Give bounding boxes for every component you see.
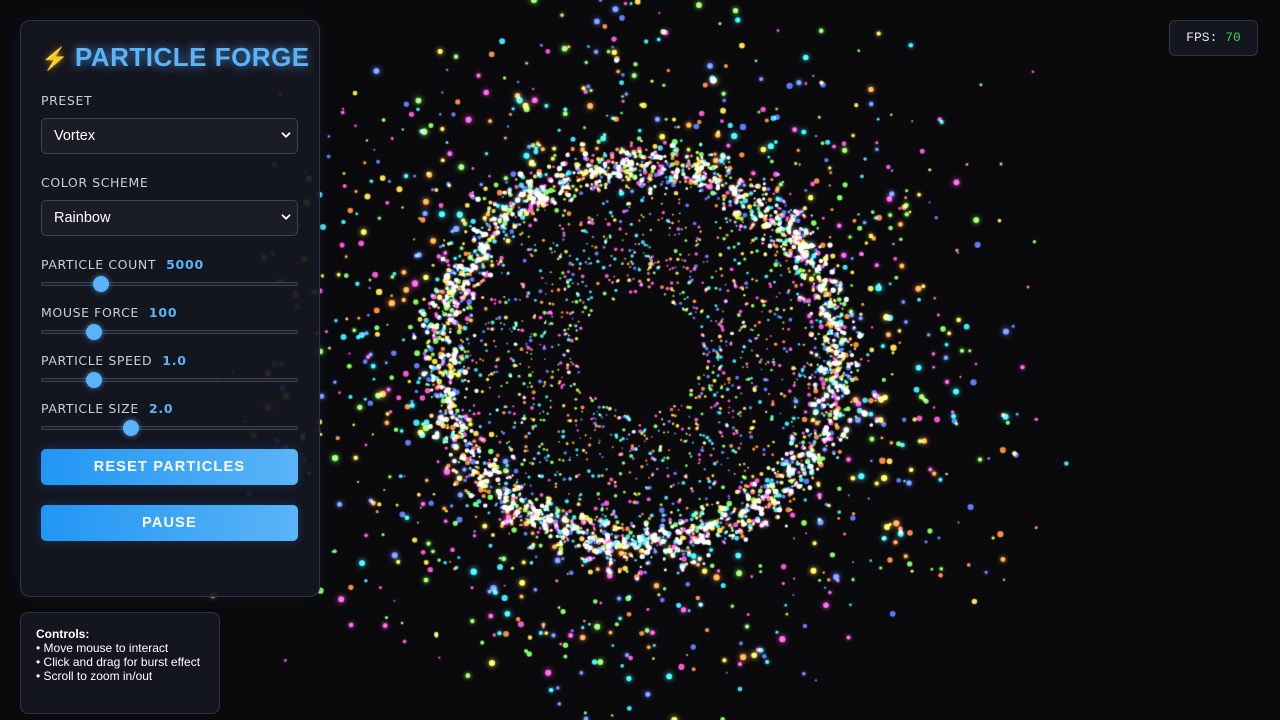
particle-speed-label: PARTICLE SPEED 1.0 — [41, 353, 299, 369]
particle-size-label: PARTICLE SIZE 2.0 — [41, 401, 299, 417]
particle-size-value: 2.0 — [148, 401, 174, 416]
particle-size-control: PARTICLE SIZE 2.0 — [41, 401, 299, 436]
controls-help-title: Controls: — [36, 627, 90, 641]
particle-count-slider-thumb[interactable] — [92, 276, 109, 292]
controls-help-line: • Click and drag for burst effect — [36, 655, 201, 669]
mouse-force-control: MOUSE FORCE 100 — [41, 305, 299, 340]
particle-size-slider-thumb[interactable] — [123, 420, 140, 436]
particle-speed-value: 1.0 — [162, 353, 187, 368]
controls-help-line: • Move mouse to interact — [36, 641, 169, 655]
mouse-force-slider-thumb[interactable] — [86, 324, 103, 340]
mouse-force-slider[interactable] — [41, 324, 298, 340]
preset-select-value[interactable]: Vortex — [41, 118, 298, 154]
app-title-text: PARTICLE FORGE — [74, 42, 310, 72]
particle-speed-label-text: PARTICLE SPEED — [41, 353, 153, 368]
pause-button[interactable]: PAUSE — [41, 505, 298, 541]
fps-label: FPS: — [1186, 30, 1218, 45]
particle-count-slider[interactable] — [41, 276, 298, 292]
controls-help-line: • Scroll to zoom in/out — [36, 669, 153, 683]
control-panel: ⚡ PARTICLE FORGE PRESET Vortex COLOR SCHE… — [20, 20, 320, 597]
particle-size-slider[interactable] — [41, 420, 298, 436]
color-scheme-select-value[interactable]: Rainbow — [41, 200, 298, 236]
particle-speed-slider[interactable] — [41, 372, 298, 388]
preset-select[interactable]: Vortex — [41, 118, 298, 154]
chevron-down-icon — [281, 214, 291, 220]
mouse-force-value: 100 — [148, 305, 178, 320]
particle-count-label: PARTICLE COUNT 5000 — [41, 257, 299, 273]
particle-speed-control: PARTICLE SPEED 1.0 — [41, 353, 299, 388]
chevron-down-icon — [281, 132, 291, 138]
fps-value: 70 — [1225, 30, 1241, 45]
color-scheme-label: COLOR SCHEME — [41, 175, 149, 190]
particle-count-label-text: PARTICLE COUNT — [41, 257, 157, 272]
particle-speed-slider-thumb[interactable] — [86, 372, 103, 388]
preset-label: PRESET — [41, 93, 93, 108]
reset-particles-button[interactable]: RESET PARTICLES — [41, 449, 298, 485]
fps-counter: FPS: 70 — [1169, 20, 1258, 56]
mouse-force-label: MOUSE FORCE 100 — [41, 305, 299, 321]
lightning-bolt-icon: ⚡ — [41, 46, 69, 71]
mouse-force-label-text: MOUSE FORCE — [41, 305, 139, 320]
color-scheme-select[interactable]: Rainbow — [41, 200, 298, 236]
particle-count-value: 5000 — [166, 257, 205, 272]
particle-count-control: PARTICLE COUNT 5000 — [41, 257, 299, 292]
particle-size-label-text: PARTICLE SIZE — [41, 401, 139, 416]
app-title: ⚡ PARTICLE FORGE — [41, 41, 309, 73]
controls-help-panel: Controls: • Move mouse to interact • Cli… — [20, 612, 220, 714]
